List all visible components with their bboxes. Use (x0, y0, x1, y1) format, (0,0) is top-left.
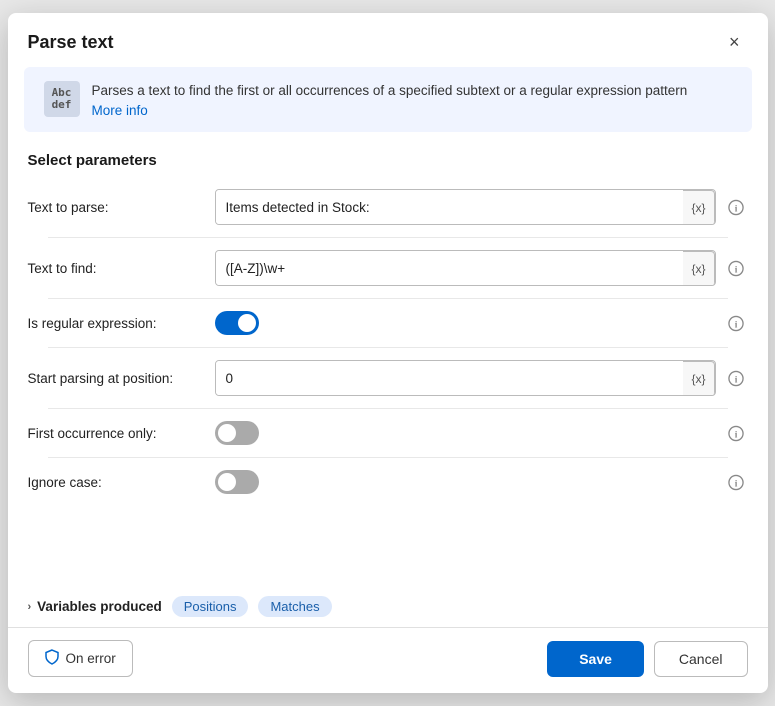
param-ignore-case: Ignore case: i (28, 458, 748, 506)
close-button[interactable]: × (721, 29, 748, 55)
info-button-text-to-find[interactable]: i (724, 256, 748, 280)
dialog-header: Parse text × (8, 13, 768, 67)
parse-text-dialog: Parse text × Abcdef Parses a text to fin… (8, 13, 768, 693)
var-badge-positions[interactable]: Positions (172, 596, 249, 617)
toggle-ignore-case[interactable] (215, 470, 259, 494)
svg-text:i: i (734, 430, 737, 440)
cancel-button[interactable]: Cancel (654, 641, 748, 677)
label-first-occurrence: First occurrence only: (28, 426, 203, 441)
info-circle-icon: i (728, 425, 744, 442)
shield-icon (45, 649, 59, 668)
variables-produced-section: › Variables produced Positions Matches (8, 584, 768, 627)
info-button-text-to-parse[interactable]: i (724, 195, 748, 219)
info-button-start-parsing[interactable]: i (724, 366, 748, 390)
var-badge-text-to-parse[interactable]: {x} (683, 190, 714, 225)
input-start-parsing[interactable]: {x} (215, 360, 716, 396)
var-badge-start-parsing[interactable]: {x} (683, 361, 714, 396)
banner-description: Parses a text to find the first or all o… (92, 83, 688, 98)
info-icon: Abcdef (44, 81, 80, 117)
info-button-ignore-case[interactable]: i (724, 470, 748, 494)
save-button[interactable]: Save (547, 641, 644, 677)
param-start-parsing: Start parsing at position: {x} i (28, 348, 748, 408)
footer-actions: Save Cancel (547, 641, 747, 677)
param-text-to-parse: Text to parse: {x} i (28, 177, 748, 237)
svg-text:i: i (734, 265, 737, 275)
label-is-regular-expression: Is regular expression: (28, 316, 203, 331)
info-circle-icon: i (728, 370, 744, 387)
text-to-parse-input[interactable] (216, 190, 684, 224)
input-text-to-find[interactable]: {x} (215, 250, 716, 286)
variables-produced-label: Variables produced (37, 599, 162, 614)
svg-text:i: i (734, 320, 737, 330)
param-first-occurrence: First occurrence only: i (28, 409, 748, 457)
var-badge-text-to-find[interactable]: {x} (683, 251, 714, 286)
info-circle-icon: i (728, 315, 744, 332)
dialog-footer: On error Save Cancel (8, 627, 768, 693)
info-circle-icon: i (728, 474, 744, 491)
banner-content: Parses a text to find the first or all o… (92, 81, 688, 118)
label-text-to-find: Text to find: (28, 261, 203, 276)
toggle-first-occurrence[interactable] (215, 421, 259, 445)
input-text-to-parse[interactable]: {x} (215, 189, 716, 225)
more-info-link[interactable]: More info (92, 103, 688, 118)
text-to-find-input[interactable] (216, 251, 684, 285)
parameters-area: Text to parse: {x} i Text to find: (8, 177, 768, 580)
svg-text:i: i (734, 204, 737, 214)
label-text-to-parse: Text to parse: (28, 200, 203, 215)
info-circle-icon: i (728, 199, 744, 216)
start-parsing-input[interactable] (216, 361, 684, 395)
info-button-first-occurrence[interactable]: i (724, 421, 748, 445)
on-error-label: On error (66, 651, 116, 666)
dialog-title: Parse text (28, 32, 114, 53)
info-circle-icon: i (728, 260, 744, 277)
info-banner: Abcdef Parses a text to find the first o… (24, 67, 752, 132)
label-start-parsing: Start parsing at position: (28, 371, 203, 386)
svg-text:i: i (734, 375, 737, 385)
param-text-to-find: Text to find: {x} i (28, 238, 748, 298)
label-ignore-case: Ignore case: (28, 475, 203, 490)
param-is-regular-expression: Is regular expression: i (28, 299, 748, 347)
svg-text:i: i (734, 479, 737, 489)
variables-produced-toggle[interactable]: › Variables produced (28, 599, 162, 614)
on-error-button[interactable]: On error (28, 640, 133, 677)
section-title: Select parameters (8, 142, 768, 177)
info-button-is-regular-expression[interactable]: i (724, 311, 748, 335)
toggle-is-regular-expression[interactable] (215, 311, 259, 335)
var-badge-matches[interactable]: Matches (258, 596, 331, 617)
chevron-right-icon: › (28, 601, 32, 613)
